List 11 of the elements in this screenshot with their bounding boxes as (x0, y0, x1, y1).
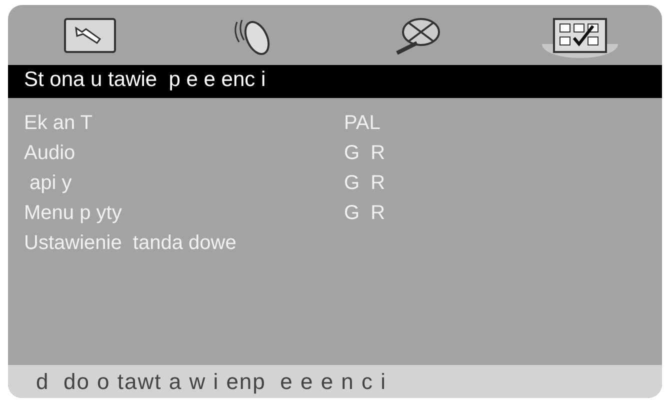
menu-item[interactable]: Menu p yty (24, 202, 344, 224)
menu-item[interactable]: Ustawienie tanda dowe (24, 232, 344, 254)
page-title: St ona u tawie p e e enc i (8, 65, 662, 98)
menu-item[interactable]: Ek an T (24, 112, 344, 134)
setting-value: G R (344, 172, 386, 194)
setting-value: G R (344, 142, 386, 164)
menu-item[interactable]: Audio (24, 142, 344, 164)
status-bar: d do o tawt a w i enp e e e n c i (8, 365, 662, 398)
setting-value: PAL (344, 112, 382, 134)
setting-value: G R (344, 202, 386, 224)
menu-item[interactable]: api y (24, 172, 344, 194)
